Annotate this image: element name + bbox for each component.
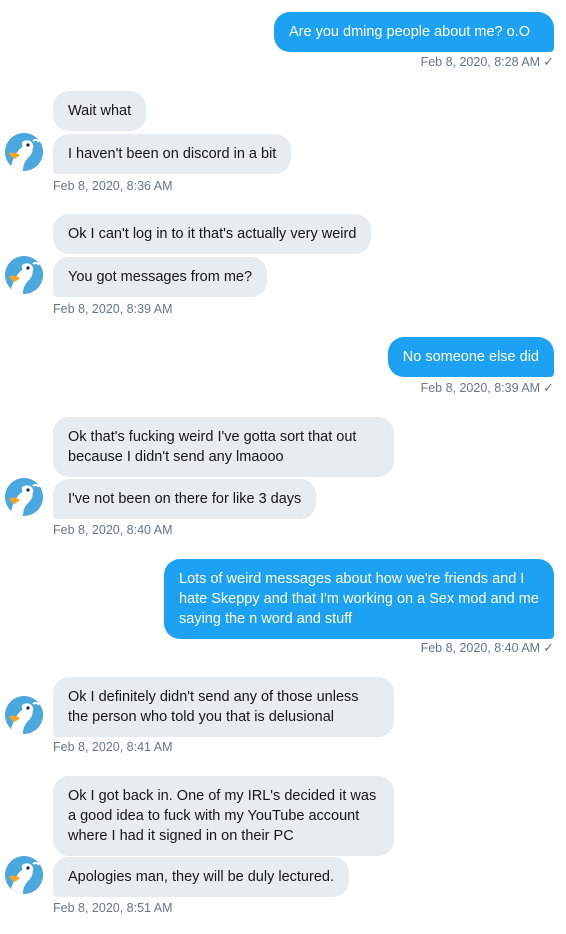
message-text: I haven't been on discord in a bit <box>68 146 277 162</box>
message-text: Apologies man, they will be duly lecture… <box>68 869 334 885</box>
duck-avatar-icon[interactable] <box>5 696 43 734</box>
duck-avatar-icon[interactable] <box>5 856 43 894</box>
incoming-message[interactable]: Ok I can't log in to it that's actually … <box>53 214 372 254</box>
message-text: Lots of weird messages about how we're f… <box>179 571 539 627</box>
incoming-message[interactable]: Wait what <box>53 91 147 131</box>
message-timestamp: Feb 8, 2020, 8:51 AM <box>53 901 173 915</box>
checkmark-icon: ✓ <box>543 380 554 395</box>
incoming-message[interactable]: Ok that's fucking weird I've gotta sort … <box>53 417 394 477</box>
incoming-message[interactable]: I've not been on there for like 3 days <box>53 479 317 519</box>
incoming-message[interactable]: You got messages from me? <box>53 257 268 297</box>
message-text: Ok I definitely didn't send any of those… <box>68 689 359 725</box>
duck-avatar-icon[interactable] <box>5 256 43 294</box>
message-timestamp: Feb 8, 2020, 8:40 AM ✓ <box>420 640 554 655</box>
message-text: No someone else did <box>402 349 539 365</box>
message-text: Are you dming people about me? o.O <box>289 24 531 40</box>
message-timestamp: Feb 8, 2020, 8:41 AM <box>53 740 173 754</box>
message-text: Wait what <box>68 103 132 119</box>
message-timestamp: Feb 8, 2020, 8:28 AM ✓ <box>420 54 554 69</box>
message-text: Ok I got back in. One of my IRL's decide… <box>68 788 377 844</box>
incoming-message[interactable]: Ok I definitely didn't send any of those… <box>53 677 394 737</box>
message-timestamp: Feb 8, 2020, 8:39 AM ✓ <box>420 380 554 395</box>
message-text: Ok that's fucking weird I've gotta sort … <box>68 429 357 465</box>
message-text: I've not been on there for like 3 days <box>68 491 302 507</box>
checkmark-icon: ✓ <box>543 54 554 69</box>
outgoing-message[interactable]: No someone else did <box>387 337 554 377</box>
checkmark-icon: ✓ <box>543 640 554 655</box>
incoming-message[interactable]: Apologies man, they will be duly lecture… <box>53 857 349 897</box>
duck-avatar-icon[interactable] <box>5 478 43 516</box>
incoming-message[interactable]: I haven't been on discord in a bit <box>53 134 292 174</box>
incoming-message[interactable]: Ok I got back in. One of my IRL's decide… <box>53 776 394 856</box>
message-text: You got messages from me? <box>68 269 253 285</box>
message-text: Ok I can't log in to it that's actually … <box>68 226 357 242</box>
message-timestamp: Feb 8, 2020, 8:36 AM <box>53 179 173 193</box>
duck-avatar-icon[interactable] <box>5 133 43 171</box>
outgoing-message[interactable]: Are you dming people about me? o.O <box>274 12 554 52</box>
message-timestamp: Feb 8, 2020, 8:39 AM <box>53 302 173 316</box>
message-timestamp: Feb 8, 2020, 8:40 AM <box>53 523 173 537</box>
outgoing-message[interactable]: Lots of weird messages about how we're f… <box>164 559 554 639</box>
